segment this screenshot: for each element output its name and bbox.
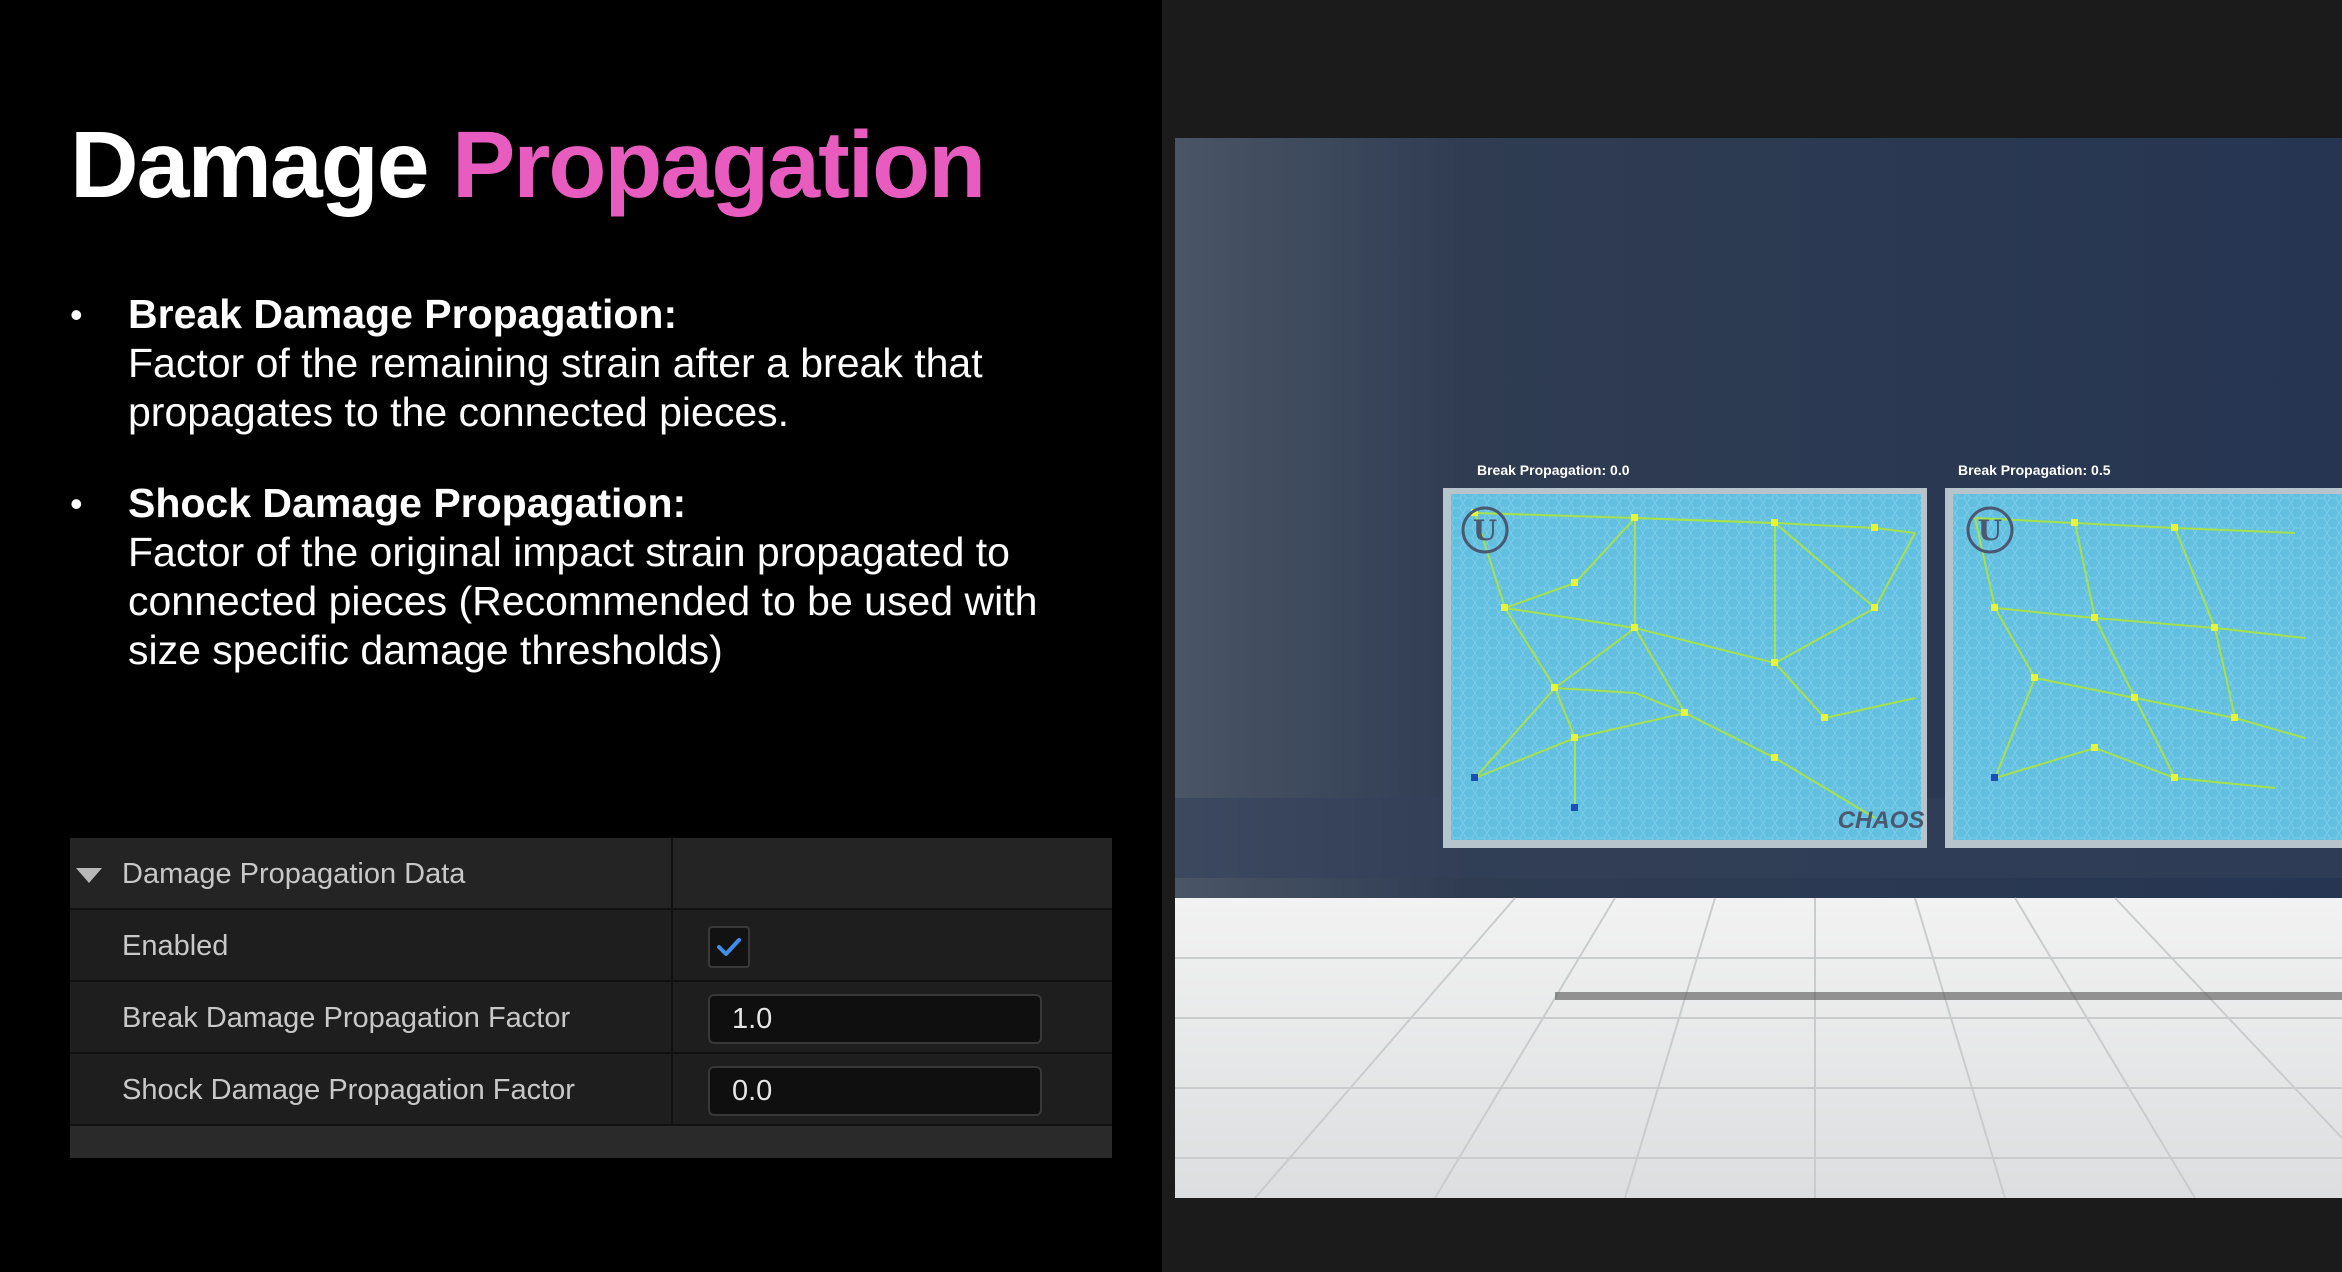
panel-footer <box>70 1126 1112 1158</box>
checkmark-icon <box>717 938 741 956</box>
scene-graphic: U CHAOS U <box>1175 138 2342 1198</box>
property-row-shock-factor: Shock Damage Propagation Factor 0.0 <box>70 1054 1112 1126</box>
bullet-list: • Break Damage Propagation: Factor of th… <box>70 290 1090 717</box>
watermark: CHAOS <box>1838 807 1925 834</box>
bullet-dot: • <box>70 294 83 335</box>
bullet-shock-damage: • Shock Damage Propagation: Factor of th… <box>70 479 1090 675</box>
column-divider <box>671 838 673 910</box>
glass-panel-right: U <box>1945 488 2342 848</box>
property-row-break-factor: Break Damage Propagation Factor 1.0 <box>70 982 1112 1054</box>
bullet-body: Factor of the original impact strain pro… <box>128 529 1038 673</box>
property-label: Shock Damage Propagation Factor <box>122 1074 575 1106</box>
bullet-dot: • <box>70 483 83 524</box>
column-divider <box>671 1054 673 1126</box>
shock-factor-input[interactable]: 0.0 <box>708 1066 1042 1116</box>
caption-right: Break Propagation: 0.5 <box>1958 462 2111 478</box>
section-title: Damage Propagation Data <box>122 858 466 890</box>
break-factor-input[interactable]: 1.0 <box>708 994 1042 1044</box>
slide-text-area: Damage Propagation • Break Damage Propag… <box>0 0 1162 1272</box>
svg-text:U: U <box>1473 514 1497 547</box>
details-panel: Damage Propagation Data Enabled Break Da… <box>70 838 1112 1158</box>
title-word-propagation: Propagation <box>452 112 986 218</box>
bullet-heading: Break Damage Propagation: <box>128 291 678 337</box>
svg-text:U: U <box>1978 514 2002 547</box>
column-divider <box>671 982 673 1054</box>
title-word-damage: Damage <box>70 112 430 218</box>
bullet-break-damage: • Break Damage Propagation: Factor of th… <box>70 290 1090 437</box>
property-row-enabled: Enabled <box>70 910 1112 982</box>
property-label: Enabled <box>122 930 229 962</box>
section-header-damage-propagation[interactable]: Damage Propagation Data <box>70 838 1112 910</box>
chevron-down-icon[interactable] <box>76 868 102 883</box>
bullet-heading: Shock Damage Propagation: <box>128 480 687 526</box>
enabled-checkbox[interactable] <box>708 926 750 968</box>
column-divider <box>671 910 673 982</box>
glass-panel-left: U CHAOS <box>1443 488 1927 848</box>
slide-title: Damage Propagation <box>70 118 986 213</box>
bullet-body: Factor of the remaining strain after a b… <box>128 340 983 435</box>
caption-left: Break Propagation: 0.0 <box>1477 462 1630 478</box>
viewport-3d-scene: U CHAOS U Break Propagation: 0.0 Break P… <box>1175 138 2342 1198</box>
property-label: Break Damage Propagation Factor <box>122 1002 571 1034</box>
